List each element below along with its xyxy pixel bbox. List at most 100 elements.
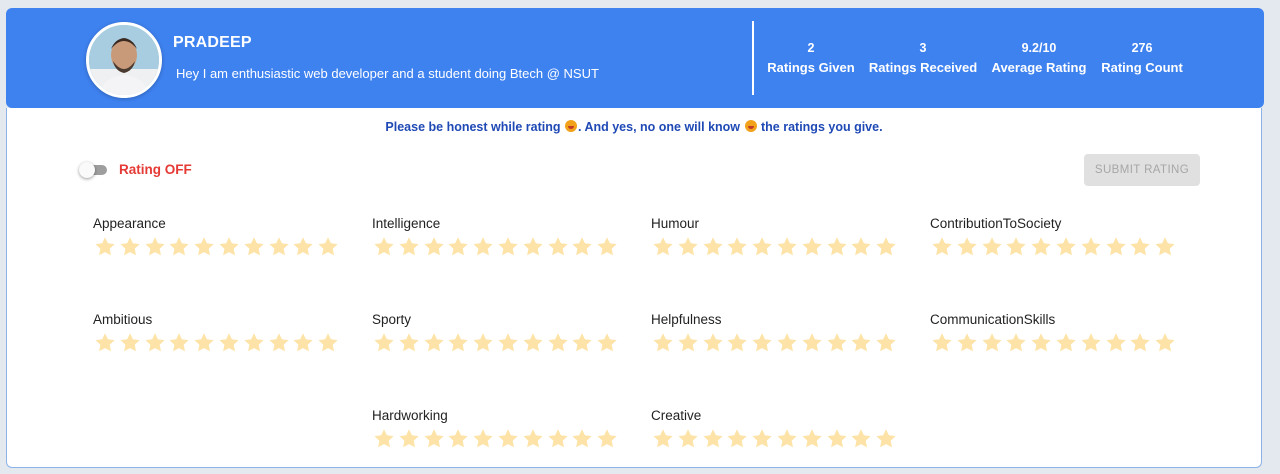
star-icon[interactable] xyxy=(676,427,701,451)
star-icon[interactable] xyxy=(825,427,850,451)
star-icon[interactable] xyxy=(955,331,980,355)
star-icon[interactable] xyxy=(192,235,217,259)
star-icon[interactable] xyxy=(422,427,447,451)
star-icon[interactable] xyxy=(1153,235,1178,259)
star-icon[interactable] xyxy=(546,427,571,451)
star-icon[interactable] xyxy=(825,331,850,355)
star-icon[interactable] xyxy=(775,235,800,259)
star-icon[interactable] xyxy=(1054,331,1079,355)
star-icon[interactable] xyxy=(1029,235,1054,259)
star-icon[interactable] xyxy=(496,235,521,259)
star-icon[interactable] xyxy=(651,427,676,451)
star-icon[interactable] xyxy=(372,331,397,355)
star-icon[interactable] xyxy=(570,235,595,259)
star-icon[interactable] xyxy=(521,331,546,355)
star-icon[interactable] xyxy=(980,331,1005,355)
star-icon[interactable] xyxy=(595,235,620,259)
star-icon[interactable] xyxy=(192,331,217,355)
star-icon[interactable] xyxy=(750,331,775,355)
star-icon[interactable] xyxy=(800,427,825,451)
star-icon[interactable] xyxy=(316,331,341,355)
star-icon[interactable] xyxy=(750,235,775,259)
star-icon[interactable] xyxy=(217,235,242,259)
star-icon[interactable] xyxy=(446,427,471,451)
star-icon[interactable] xyxy=(496,331,521,355)
star-icon[interactable] xyxy=(849,235,874,259)
star-icon[interactable] xyxy=(874,331,899,355)
star-icon[interactable] xyxy=(1153,331,1178,355)
star-icon[interactable] xyxy=(775,331,800,355)
star-icon[interactable] xyxy=(143,235,168,259)
star-icon[interactable] xyxy=(143,331,168,355)
star-icon[interactable] xyxy=(1128,331,1153,355)
star-icon[interactable] xyxy=(422,235,447,259)
star-icon[interactable] xyxy=(217,331,242,355)
star-icon[interactable] xyxy=(1004,235,1029,259)
star-icon[interactable] xyxy=(1054,235,1079,259)
star-icon[interactable] xyxy=(93,235,118,259)
star-icon[interactable] xyxy=(422,331,447,355)
star-icon[interactable] xyxy=(471,427,496,451)
star-icon[interactable] xyxy=(701,331,726,355)
star-icon[interactable] xyxy=(316,235,341,259)
star-icon[interactable] xyxy=(701,427,726,451)
star-icon[interactable] xyxy=(800,331,825,355)
star-icon[interactable] xyxy=(651,235,676,259)
star-icon[interactable] xyxy=(167,235,192,259)
star-icon[interactable] xyxy=(1079,331,1104,355)
star-icon[interactable] xyxy=(446,235,471,259)
star-icon[interactable] xyxy=(397,235,422,259)
star-icon[interactable] xyxy=(372,427,397,451)
star-icon[interactable] xyxy=(930,331,955,355)
star-icon[interactable] xyxy=(725,427,750,451)
star-icon[interactable] xyxy=(775,427,800,451)
submit-rating-button[interactable]: SUBMIT RATING xyxy=(1084,154,1200,186)
rating-toggle[interactable] xyxy=(79,162,109,178)
star-icon[interactable] xyxy=(701,235,726,259)
star-icon[interactable] xyxy=(546,331,571,355)
star-icon[interactable] xyxy=(725,331,750,355)
star-icon[interactable] xyxy=(676,331,701,355)
star-icon[interactable] xyxy=(1104,235,1129,259)
star-icon[interactable] xyxy=(825,235,850,259)
star-icon[interactable] xyxy=(291,235,316,259)
star-icon[interactable] xyxy=(1104,331,1129,355)
star-icon[interactable] xyxy=(242,235,267,259)
star-icon[interactable] xyxy=(595,427,620,451)
star-icon[interactable] xyxy=(446,331,471,355)
star-icon[interactable] xyxy=(980,235,1005,259)
star-icon[interactable] xyxy=(750,427,775,451)
star-icon[interactable] xyxy=(1128,235,1153,259)
star-icon[interactable] xyxy=(397,427,422,451)
star-icon[interactable] xyxy=(1029,331,1054,355)
star-icon[interactable] xyxy=(595,331,620,355)
star-icon[interactable] xyxy=(1079,235,1104,259)
star-icon[interactable] xyxy=(267,331,292,355)
star-icon[interactable] xyxy=(267,235,292,259)
star-icon[interactable] xyxy=(1004,331,1029,355)
star-icon[interactable] xyxy=(167,331,192,355)
star-icon[interactable] xyxy=(546,235,571,259)
star-icon[interactable] xyxy=(651,331,676,355)
star-icon[interactable] xyxy=(291,331,316,355)
star-icon[interactable] xyxy=(471,331,496,355)
star-icon[interactable] xyxy=(849,331,874,355)
star-icon[interactable] xyxy=(471,235,496,259)
star-icon[interactable] xyxy=(397,331,422,355)
star-icon[interactable] xyxy=(93,331,118,355)
star-icon[interactable] xyxy=(725,235,750,259)
star-icon[interactable] xyxy=(800,235,825,259)
star-icon[interactable] xyxy=(496,427,521,451)
star-icon[interactable] xyxy=(930,235,955,259)
star-icon[interactable] xyxy=(118,331,143,355)
star-icon[interactable] xyxy=(874,427,899,451)
star-icon[interactable] xyxy=(570,427,595,451)
star-icon[interactable] xyxy=(242,331,267,355)
star-icon[interactable] xyxy=(570,331,595,355)
star-icon[interactable] xyxy=(521,235,546,259)
star-icon[interactable] xyxy=(521,427,546,451)
star-icon[interactable] xyxy=(849,427,874,451)
star-icon[interactable] xyxy=(676,235,701,259)
star-icon[interactable] xyxy=(118,235,143,259)
star-icon[interactable] xyxy=(874,235,899,259)
